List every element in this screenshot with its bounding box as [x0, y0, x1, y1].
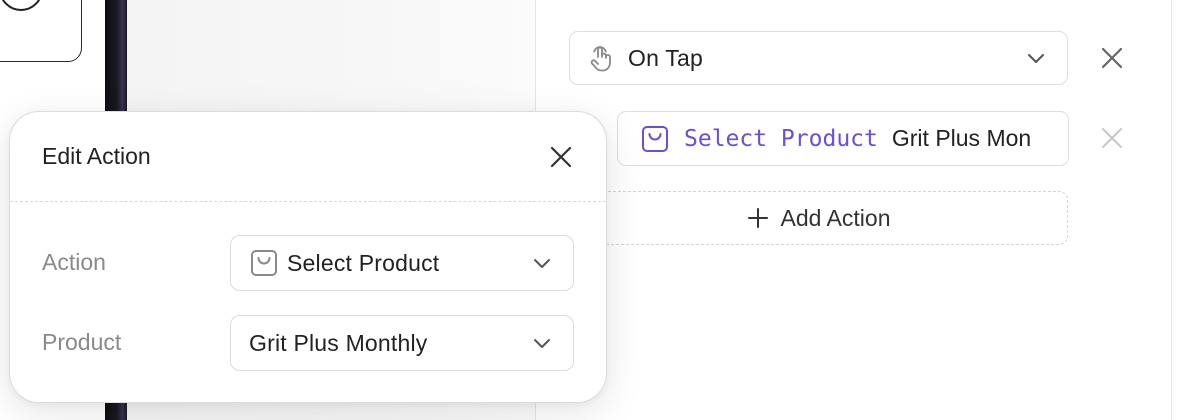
remove-action-close-icon[interactable]: [1099, 125, 1125, 151]
chevron-down-icon: [534, 259, 550, 268]
product-select[interactable]: Grit Plus Monthly: [230, 315, 574, 371]
product-select-value: Grit Plus Monthly: [249, 329, 428, 356]
edit-action-popover: Edit Action Action Select Product Produc…: [9, 111, 607, 403]
action-item[interactable]: Select Product Grit Plus Mon: [617, 111, 1069, 166]
popover-header: Edit Action: [10, 112, 606, 202]
action-field-row: Action Select Product: [10, 235, 606, 291]
radio-selected-icon[interactable]: [0, 0, 43, 11]
tap-hand-icon: [590, 46, 611, 72]
chevron-down-icon: [1028, 54, 1044, 63]
interaction-panel: On Tap Select Product Grit Plus Mon Add …: [535, 0, 1172, 420]
action-field-label: Action: [42, 249, 106, 275]
product-field-row: Product Grit Plus Monthly: [10, 315, 606, 371]
add-action-button[interactable]: Add Action: [569, 191, 1068, 245]
remove-trigger-close-icon[interactable]: [1099, 45, 1125, 71]
add-action-label: Add Action: [780, 204, 891, 231]
product-field-label: Product: [42, 329, 122, 355]
shopping-bag-icon: [251, 250, 277, 276]
option-card[interactable]: [0, 0, 82, 62]
popover-title: Edit Action: [42, 143, 151, 169]
action-select[interactable]: Select Product: [230, 235, 574, 291]
action-select-value: Select Product: [287, 249, 440, 276]
close-icon[interactable]: [548, 144, 574, 170]
plus-icon: [747, 208, 768, 228]
chevron-down-icon: [534, 339, 550, 348]
trigger-dropdown[interactable]: On Tap: [569, 31, 1068, 85]
shopping-bag-icon: [642, 125, 668, 152]
action-kind: Select Product: [684, 125, 878, 152]
action-value: Grit Plus Mon: [891, 125, 1032, 151]
trigger-label: On Tap: [628, 44, 703, 71]
